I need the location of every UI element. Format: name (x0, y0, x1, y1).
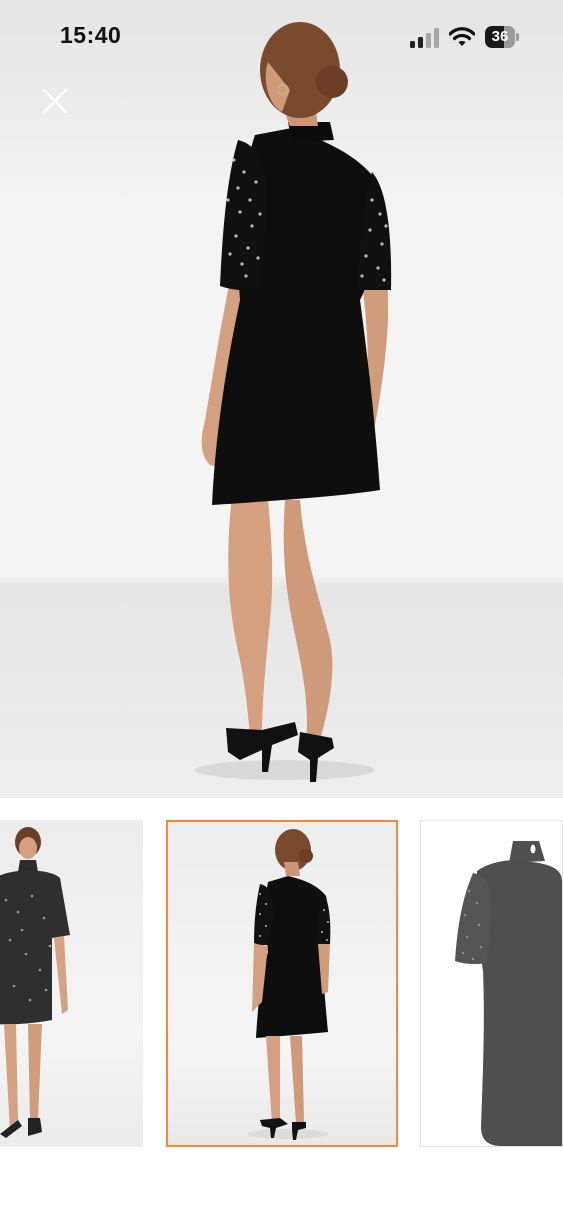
thumbnail-strip (0, 798, 563, 1219)
cellular-signal-icon (410, 28, 439, 48)
status-time: 15:40 (60, 22, 122, 48)
thumbnail-back-view[interactable] (166, 820, 398, 1147)
status-bar: 15:40 36 (0, 0, 563, 76)
close-icon[interactable] (40, 86, 70, 116)
model-front-view-image (0, 827, 70, 1138)
dress-detail-image (455, 841, 562, 1146)
main-product-image[interactable] (0, 0, 563, 798)
model-back-view-illustration (195, 22, 392, 782)
thumbnail-product-detail[interactable] (420, 820, 563, 1147)
battery-level-text: 36 (491, 28, 509, 45)
thumbnail-front-view[interactable] (0, 820, 143, 1147)
battery-icon: 36 (485, 26, 519, 48)
model-back-view-image (248, 829, 331, 1140)
wifi-icon (449, 27, 475, 46)
